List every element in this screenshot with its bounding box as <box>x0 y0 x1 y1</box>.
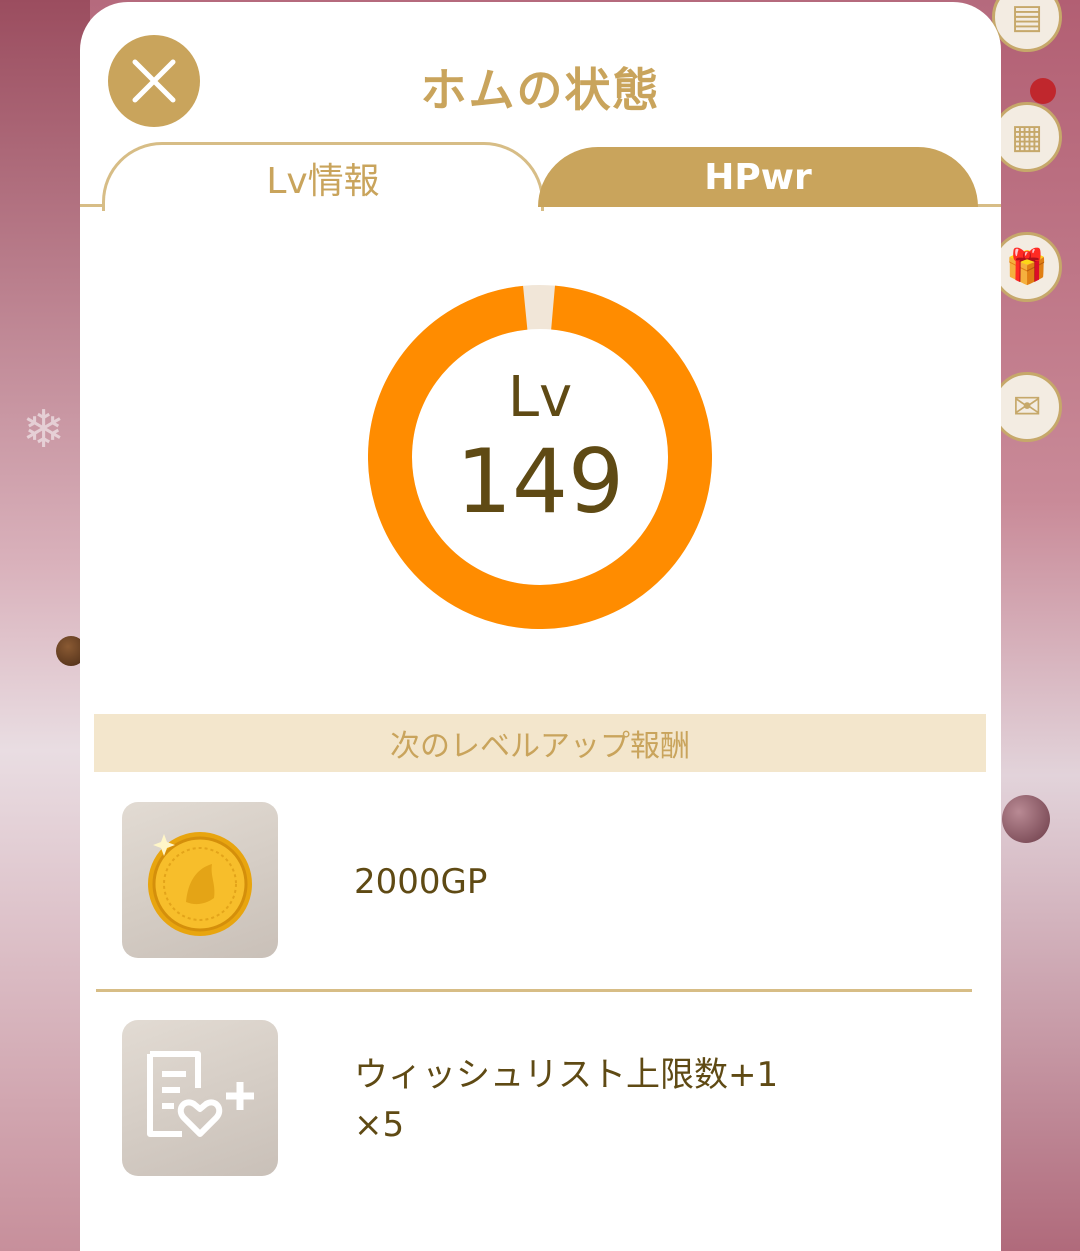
reward-icon-tile <box>122 802 278 958</box>
wishlist-plus-icon <box>147 1051 254 1137</box>
reward-item: 2000GP <box>122 802 982 962</box>
reward-quantity: ×5 <box>354 1105 405 1145</box>
snowflake-icon: ❄ <box>22 400 66 460</box>
reward-text: 2000GP <box>354 862 488 902</box>
level-ring: Lv 149 <box>368 285 712 629</box>
gold-coin-icon <box>148 832 252 936</box>
tab-hpwr[interactable]: HPwr <box>538 147 978 207</box>
reward-item: ウィッシュリスト上限数+1 ×5 <box>122 1020 982 1180</box>
background-left <box>0 0 90 1251</box>
background-ornament <box>1002 795 1050 843</box>
reward-text: ウィッシュリスト上限数+1 <box>354 1055 779 1095</box>
level-label: Lv <box>507 365 573 430</box>
calendar-icon[interactable]: ▦ <box>992 102 1062 172</box>
rewards-header: 次のレベルアップ報酬 <box>94 714 986 772</box>
background-right <box>998 0 1080 1251</box>
level-value: 149 <box>456 430 624 533</box>
reward-text-block: ウィッシュリスト上限数+1 ×5 <box>354 1050 778 1150</box>
mail-icon[interactable]: ✉ <box>992 372 1062 442</box>
tab-lv-info[interactable]: Lv情報 <box>102 142 544 211</box>
modal-title: ホムの状態 <box>420 63 661 117</box>
notification-dot <box>1030 78 1056 104</box>
reward-icon-tile <box>122 1020 278 1176</box>
reward-divider <box>96 989 972 992</box>
gift-icon[interactable]: 🎁 <box>992 232 1062 302</box>
status-modal: ホムの状態 Lv情報 HPwr Lv 149 次のレベルアップ報酬 2000GP <box>80 2 1001 1251</box>
